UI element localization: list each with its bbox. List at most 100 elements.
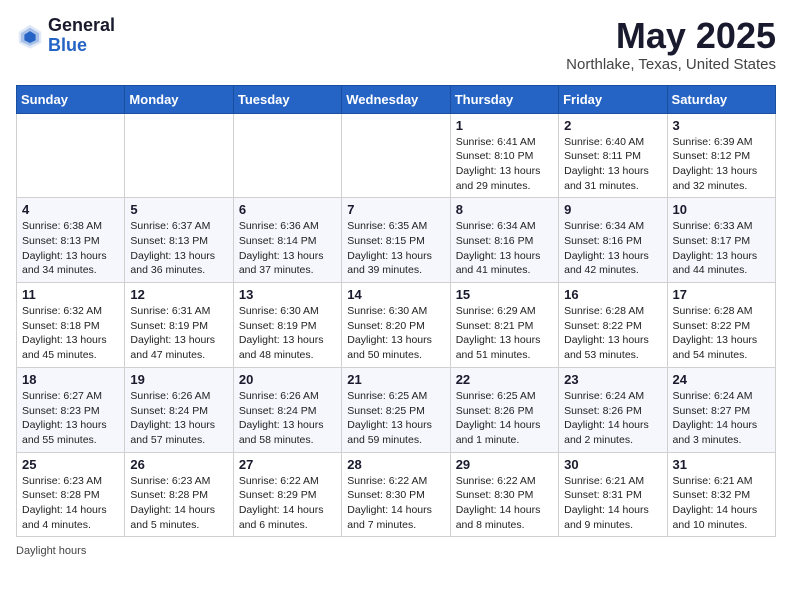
day-info: Sunrise: 6:40 AM Sunset: 8:11 PM Dayligh… — [564, 135, 661, 194]
day-info: Sunrise: 6:30 AM Sunset: 8:19 PM Dayligh… — [239, 304, 336, 363]
calendar-cell: 6 Sunrise: 6:36 AM Sunset: 8:14 PM Daylig… — [233, 198, 341, 283]
day-number: 9 — [564, 202, 661, 217]
calendar-cell: 31Sunrise: 6:21 AM Sunset: 8:32 PM Dayli… — [667, 452, 775, 537]
week-row-1: 1 Sunrise: 6:41 AM Sunset: 8:10 PM Daylig… — [17, 113, 776, 198]
calendar-cell: 19Sunrise: 6:26 AM Sunset: 8:24 PM Dayli… — [125, 367, 233, 452]
header-cell-monday: Monday — [125, 85, 233, 113]
day-info: Sunrise: 6:22 AM Sunset: 8:30 PM Dayligh… — [347, 474, 444, 533]
day-number: 10 — [673, 202, 770, 217]
day-info: Sunrise: 6:25 AM Sunset: 8:26 PM Dayligh… — [456, 389, 553, 448]
day-info: Sunrise: 6:21 AM Sunset: 8:32 PM Dayligh… — [673, 474, 770, 533]
title-block: May 2025 Northlake, Texas, United States — [566, 16, 776, 73]
calendar-cell — [17, 113, 125, 198]
calendar-cell: 12 Sunrise: 6:31 AM Sunset: 8:19 PM Dayli… — [125, 283, 233, 368]
day-info: Sunrise: 6:23 AM Sunset: 8:28 PM Dayligh… — [130, 474, 227, 533]
day-number: 1 — [456, 118, 553, 133]
day-number: 30 — [564, 457, 661, 472]
day-number: 25 — [22, 457, 119, 472]
header-cell-wednesday: Wednesday — [342, 85, 450, 113]
day-number: 17 — [673, 287, 770, 302]
calendar-table: SundayMondayTuesdayWednesdayThursdayFrid… — [16, 85, 776, 538]
week-row-3: 11Sunrise: 6:32 AM Sunset: 8:18 PM Dayli… — [17, 283, 776, 368]
day-number: 23 — [564, 372, 661, 387]
calendar-cell: 3 Sunrise: 6:39 AM Sunset: 8:12 PM Daylig… — [667, 113, 775, 198]
day-number: 12 — [130, 287, 227, 302]
day-number: 22 — [456, 372, 553, 387]
day-info: Sunrise: 6:21 AM Sunset: 8:31 PM Dayligh… — [564, 474, 661, 533]
day-number: 26 — [130, 457, 227, 472]
day-info: Sunrise: 6:38 AM Sunset: 8:13 PM Dayligh… — [22, 219, 119, 278]
daylight-hours-label: Daylight hours — [16, 545, 86, 557]
day-info: Sunrise: 6:24 AM Sunset: 8:27 PM Dayligh… — [673, 389, 770, 448]
calendar-cell: 30 Sunrise: 6:21 AM Sunset: 8:31 PM Dayli… — [559, 452, 667, 537]
calendar-cell: 28 Sunrise: 6:22 AM Sunset: 8:30 PM Dayli… — [342, 452, 450, 537]
calendar-cell: 10Sunrise: 6:33 AM Sunset: 8:17 PM Dayli… — [667, 198, 775, 283]
calendar-cell: 26 Sunrise: 6:23 AM Sunset: 8:28 PM Dayli… — [125, 452, 233, 537]
day-info: Sunrise: 6:36 AM Sunset: 8:14 PM Dayligh… — [239, 219, 336, 278]
calendar-cell: 11Sunrise: 6:32 AM Sunset: 8:18 PM Dayli… — [17, 283, 125, 368]
calendar-cell: 14Sunrise: 6:30 AM Sunset: 8:20 PM Dayli… — [342, 283, 450, 368]
day-number: 6 — [239, 202, 336, 217]
day-number: 20 — [239, 372, 336, 387]
calendar-cell: 21Sunrise: 6:25 AM Sunset: 8:25 PM Dayli… — [342, 367, 450, 452]
calendar-cell — [233, 113, 341, 198]
calendar-cell: 16 Sunrise: 6:28 AM Sunset: 8:22 PM Dayli… — [559, 283, 667, 368]
day-number: 3 — [673, 118, 770, 133]
calendar-cell: 9 Sunrise: 6:34 AM Sunset: 8:16 PM Daylig… — [559, 198, 667, 283]
day-number: 5 — [130, 202, 227, 217]
calendar-cell: 27 Sunrise: 6:22 AM Sunset: 8:29 PM Dayli… — [233, 452, 341, 537]
day-number: 4 — [22, 202, 119, 217]
calendar-cell: 24 Sunrise: 6:24 AM Sunset: 8:27 PM Dayli… — [667, 367, 775, 452]
day-number: 11 — [22, 287, 119, 302]
calendar-cell: 18Sunrise: 6:27 AM Sunset: 8:23 PM Dayli… — [17, 367, 125, 452]
day-number: 18 — [22, 372, 119, 387]
day-number: 15 — [456, 287, 553, 302]
page-header: General Blue May 2025 Northlake, Texas, … — [16, 16, 776, 73]
calendar-cell: 17 Sunrise: 6:28 AM Sunset: 8:22 PM Dayli… — [667, 283, 775, 368]
calendar-cell — [342, 113, 450, 198]
header-row: SundayMondayTuesdayWednesdayThursdayFrid… — [17, 85, 776, 113]
day-number: 16 — [564, 287, 661, 302]
header-cell-sunday: Sunday — [17, 85, 125, 113]
day-info: Sunrise: 6:22 AM Sunset: 8:30 PM Dayligh… — [456, 474, 553, 533]
calendar-cell: 5 Sunrise: 6:37 AM Sunset: 8:13 PM Daylig… — [125, 198, 233, 283]
day-number: 29 — [456, 457, 553, 472]
calendar-header: SundayMondayTuesdayWednesdayThursdayFrid… — [17, 85, 776, 113]
calendar-cell: 7 Sunrise: 6:35 AM Sunset: 8:15 PM Daylig… — [342, 198, 450, 283]
day-number: 24 — [673, 372, 770, 387]
logo-general: General — [48, 16, 115, 36]
day-info: Sunrise: 6:41 AM Sunset: 8:10 PM Dayligh… — [456, 135, 553, 194]
day-info: Sunrise: 6:28 AM Sunset: 8:22 PM Dayligh… — [564, 304, 661, 363]
day-info: Sunrise: 6:29 AM Sunset: 8:21 PM Dayligh… — [456, 304, 553, 363]
calendar-cell: 13Sunrise: 6:30 AM Sunset: 8:19 PM Dayli… — [233, 283, 341, 368]
day-info: Sunrise: 6:34 AM Sunset: 8:16 PM Dayligh… — [456, 219, 553, 278]
week-row-4: 18Sunrise: 6:27 AM Sunset: 8:23 PM Dayli… — [17, 367, 776, 452]
calendar-cell: 20 Sunrise: 6:26 AM Sunset: 8:24 PM Dayli… — [233, 367, 341, 452]
calendar-cell: 1 Sunrise: 6:41 AM Sunset: 8:10 PM Daylig… — [450, 113, 558, 198]
day-number: 27 — [239, 457, 336, 472]
logo-blue: Blue — [48, 36, 115, 56]
calendar-cell: 4 Sunrise: 6:38 AM Sunset: 8:13 PM Daylig… — [17, 198, 125, 283]
day-info: Sunrise: 6:34 AM Sunset: 8:16 PM Dayligh… — [564, 219, 661, 278]
day-number: 19 — [130, 372, 227, 387]
calendar-cell: 22 Sunrise: 6:25 AM Sunset: 8:26 PM Dayli… — [450, 367, 558, 452]
day-number: 28 — [347, 457, 444, 472]
calendar-cell: 29 Sunrise: 6:22 AM Sunset: 8:30 PM Dayli… — [450, 452, 558, 537]
day-info: Sunrise: 6:26 AM Sunset: 8:24 PM Dayligh… — [239, 389, 336, 448]
footer-note: Daylight hours — [16, 545, 776, 557]
calendar-body: 1 Sunrise: 6:41 AM Sunset: 8:10 PM Daylig… — [17, 113, 776, 537]
day-info: Sunrise: 6:22 AM Sunset: 8:29 PM Dayligh… — [239, 474, 336, 533]
day-info: Sunrise: 6:35 AM Sunset: 8:15 PM Dayligh… — [347, 219, 444, 278]
day-info: Sunrise: 6:31 AM Sunset: 8:19 PM Dayligh… — [130, 304, 227, 363]
location: Northlake, Texas, United States — [566, 56, 776, 73]
day-number: 2 — [564, 118, 661, 133]
logo-text: General Blue — [48, 16, 115, 56]
day-info: Sunrise: 6:39 AM Sunset: 8:12 PM Dayligh… — [673, 135, 770, 194]
day-number: 8 — [456, 202, 553, 217]
calendar-cell: 8 Sunrise: 6:34 AM Sunset: 8:16 PM Daylig… — [450, 198, 558, 283]
calendar-cell: 2 Sunrise: 6:40 AM Sunset: 8:11 PM Daylig… — [559, 113, 667, 198]
day-number: 7 — [347, 202, 444, 217]
day-info: Sunrise: 6:37 AM Sunset: 8:13 PM Dayligh… — [130, 219, 227, 278]
day-number: 21 — [347, 372, 444, 387]
day-info: Sunrise: 6:28 AM Sunset: 8:22 PM Dayligh… — [673, 304, 770, 363]
